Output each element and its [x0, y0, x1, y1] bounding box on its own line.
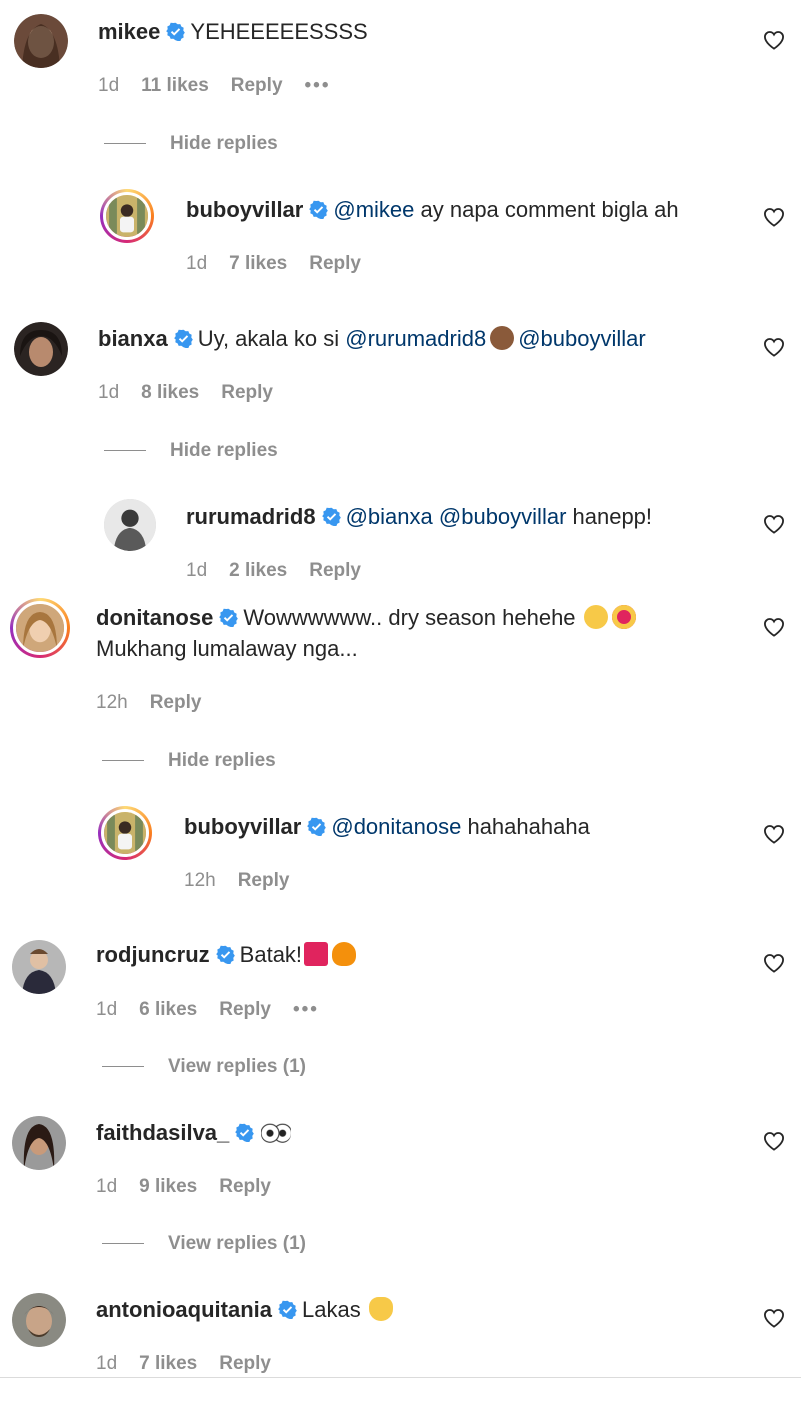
laughing-emoji-icon — [583, 605, 608, 629]
verified-badge-icon — [235, 1123, 254, 1142]
fire-icon — [332, 942, 357, 966]
heart-outline-icon[interactable] — [763, 1308, 785, 1328]
verified-badge-icon — [307, 817, 326, 836]
avatar[interactable] — [100, 189, 154, 243]
verified-badge-icon — [216, 945, 235, 964]
comment-text-line-2: Mukhang lumalaway nga... — [96, 636, 358, 661]
heart-eyes-emoji-icon — [611, 605, 636, 629]
divider — [0, 1377, 801, 1378]
comment-text: Wowwwwww.. dry season hehehe — [243, 605, 576, 630]
likes-count[interactable]: 7 likes — [229, 253, 287, 274]
view-replies-button[interactable]: View replies (1) — [102, 1233, 306, 1255]
more-options-icon[interactable]: ••• — [305, 75, 331, 96]
reply-button[interactable]: Reply — [221, 382, 273, 403]
heart-outline-icon[interactable] — [763, 514, 785, 534]
more-options-icon[interactable]: ••• — [293, 999, 319, 1020]
heart-outline-icon[interactable] — [763, 1131, 785, 1151]
username[interactable]: buboyvillar — [184, 814, 301, 839]
timestamp: 12h — [96, 692, 128, 713]
username[interactable]: donitanose — [96, 605, 213, 630]
username[interactable]: antonioaquitania — [96, 1297, 272, 1322]
comment-text: Lakas — [302, 1297, 361, 1322]
reply-button[interactable]: Reply — [219, 1353, 271, 1374]
verified-badge-icon — [322, 507, 341, 526]
avatar[interactable] — [10, 598, 70, 658]
avatar[interactable] — [98, 806, 152, 860]
ok-hand-icon — [368, 1297, 393, 1321]
likes-count[interactable]: 7 likes — [139, 1353, 197, 1374]
mention-link[interactable]: @donitanose — [331, 814, 461, 839]
likes-count[interactable]: 8 likes — [141, 382, 199, 403]
reply-button[interactable]: Reply — [309, 560, 361, 581]
avatar[interactable] — [14, 322, 68, 376]
username[interactable]: mikee — [98, 19, 160, 44]
timestamp: 1d — [186, 560, 208, 581]
verified-badge-icon — [219, 608, 238, 627]
likes-count[interactable]: 9 likes — [139, 1176, 197, 1197]
heart-outline-icon[interactable] — [763, 953, 785, 973]
mention-link[interactable]: @bianxa — [346, 504, 433, 529]
avatar[interactable] — [104, 499, 156, 551]
timestamp: 1d — [98, 382, 120, 403]
comment-text: Uy, akala ko si — [197, 326, 346, 351]
reply-button[interactable]: Reply — [238, 870, 290, 891]
timestamp: 1d — [98, 75, 120, 96]
reply-button[interactable]: Reply — [309, 253, 361, 274]
timestamp: 1d — [96, 1176, 118, 1197]
timestamp: 1d — [96, 999, 118, 1020]
reply-button[interactable]: Reply — [231, 75, 283, 96]
mention-link[interactable]: @buboyvillar — [518, 326, 646, 351]
mention-link[interactable]: @buboyvillar — [439, 504, 567, 529]
verified-badge-icon — [278, 1300, 297, 1319]
username[interactable]: rodjuncruz — [96, 942, 210, 967]
heart-outline-icon[interactable] — [763, 824, 785, 844]
comment-text: hahahahaha — [461, 814, 590, 839]
mention-link[interactable]: @mikee — [333, 197, 414, 222]
timestamp: 1d — [96, 1353, 118, 1374]
avatar[interactable] — [12, 1293, 66, 1347]
verified-badge-icon — [309, 200, 328, 219]
hide-replies-button[interactable]: Hide replies — [104, 440, 278, 462]
mention-link[interactable]: @rurumadrid8 — [345, 326, 486, 351]
reply-button[interactable]: Reply — [150, 692, 202, 713]
view-replies-button[interactable]: View replies (1) — [102, 1056, 306, 1078]
timestamp: 12h — [184, 870, 216, 891]
hide-replies-button[interactable]: Hide replies — [104, 133, 278, 155]
avatar[interactable] — [14, 14, 68, 68]
likes-count[interactable]: 11 likes — [141, 75, 209, 96]
comment-text: Batak! — [239, 942, 303, 967]
hundred-points-icon — [304, 942, 329, 966]
verified-badge-icon — [174, 329, 193, 348]
eyes-icon — [261, 1120, 292, 1144]
comment-text: ay napa comment bigla ah — [414, 197, 679, 222]
comment-text: YEHEEEEESSSS — [190, 19, 368, 44]
timestamp: 1d — [186, 253, 208, 274]
heart-outline-icon[interactable] — [763, 207, 785, 227]
avatar[interactable] — [12, 1116, 66, 1170]
reply-button[interactable]: Reply — [219, 999, 271, 1020]
heart-outline-icon[interactable] — [763, 617, 785, 637]
username[interactable]: faithdasilva_ — [96, 1120, 229, 1145]
see-no-evil-monkey-icon — [490, 326, 515, 350]
likes-count[interactable]: 6 likes — [139, 999, 197, 1020]
verified-badge-icon — [166, 22, 185, 41]
reply-button[interactable]: Reply — [219, 1176, 271, 1197]
username[interactable]: bianxa — [98, 326, 168, 351]
likes-count[interactable]: 2 likes — [229, 560, 287, 581]
username[interactable]: rurumadrid8 — [186, 504, 316, 529]
comment-text: hanepp! — [566, 504, 653, 529]
heart-outline-icon[interactable] — [763, 337, 785, 357]
avatar[interactable] — [12, 940, 66, 994]
heart-outline-icon[interactable] — [763, 30, 785, 50]
username[interactable]: buboyvillar — [186, 197, 303, 222]
hide-replies-button[interactable]: Hide replies — [102, 750, 276, 772]
